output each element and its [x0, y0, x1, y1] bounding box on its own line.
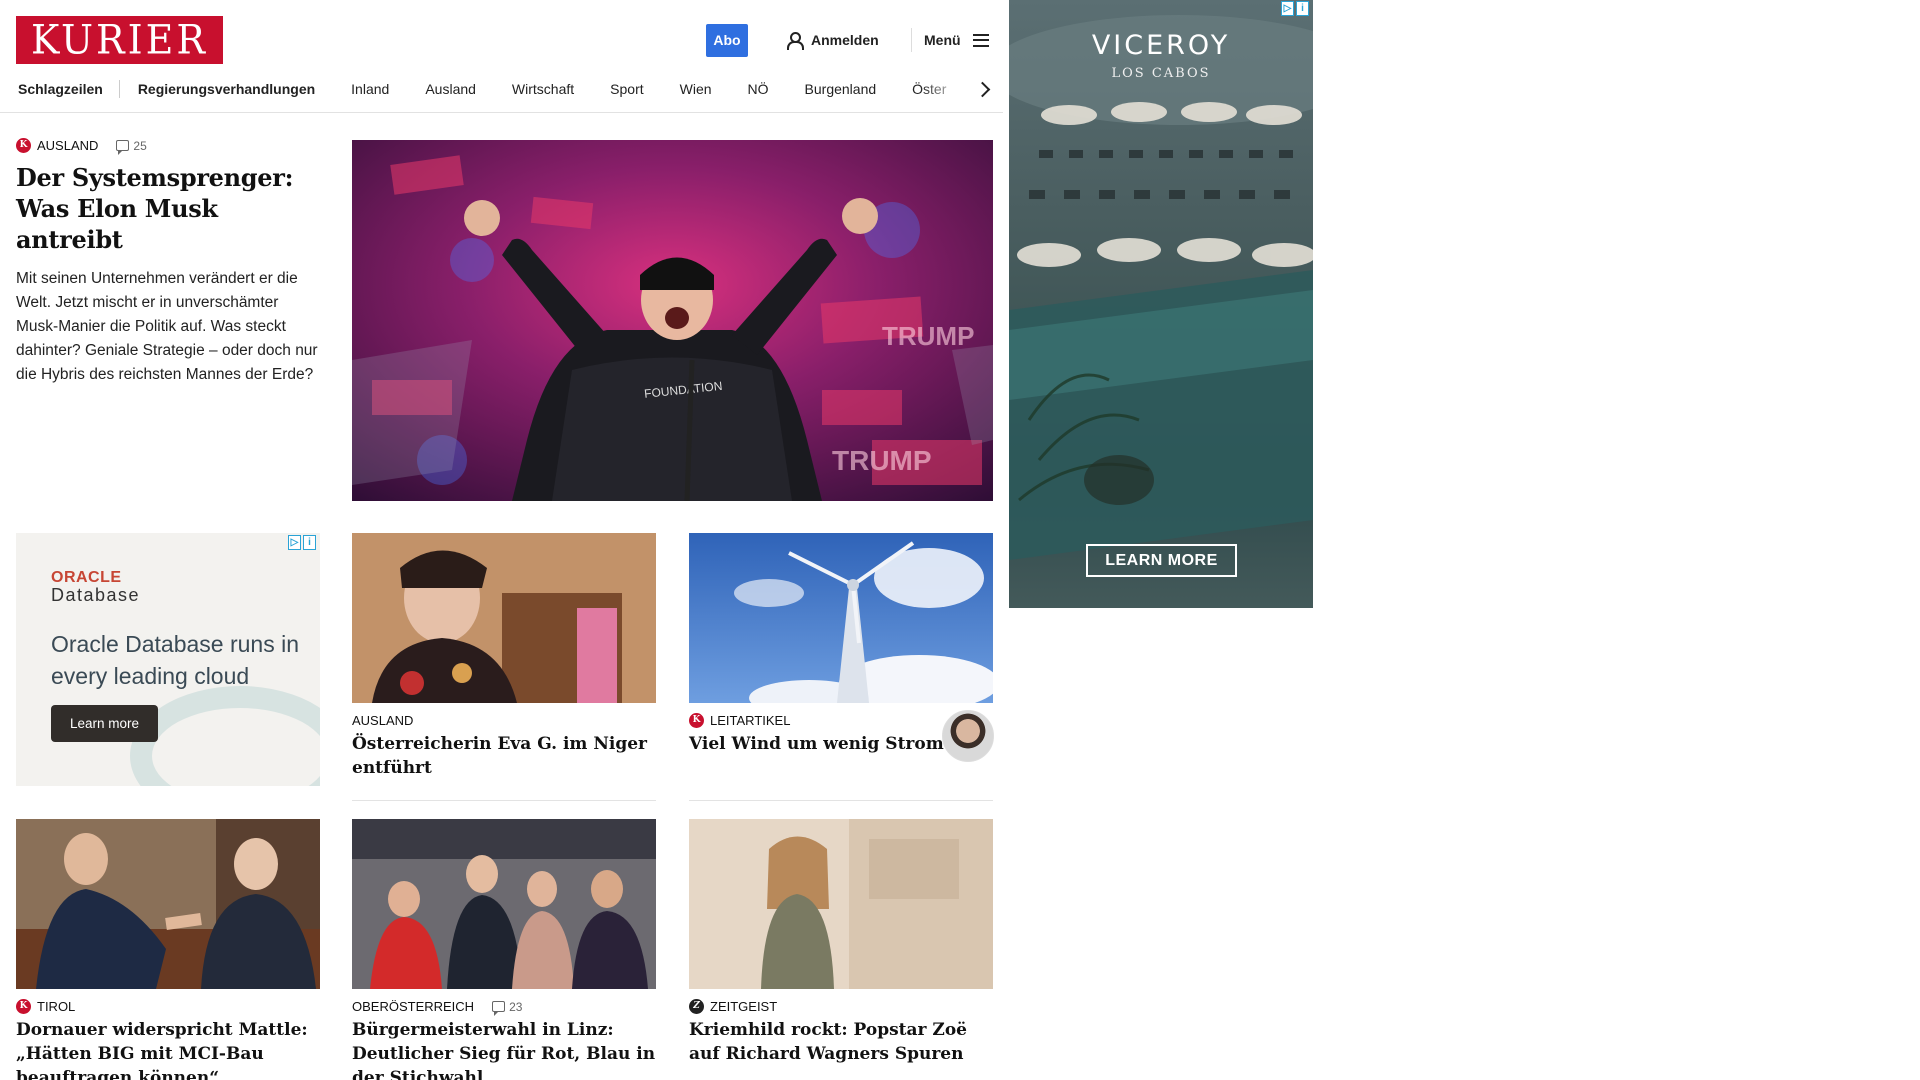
zeitgeist-icon: Z: [689, 999, 704, 1014]
login-button[interactable]: Anmelden: [786, 29, 879, 51]
comment-icon: [492, 1001, 506, 1016]
teaser-kicker-label: ZEITGEIST: [710, 999, 778, 1014]
nav-item-sport[interactable]: Sport: [592, 76, 661, 102]
teaser-card[interactable]: K TIROL Dornauer widerspricht Mattle: „H…: [16, 819, 320, 1080]
ad-decoration: [130, 686, 320, 786]
abo-button[interactable]: Abo: [706, 24, 748, 57]
kurier-plus-icon: K: [16, 999, 31, 1014]
hero-comment-count: 25: [133, 138, 147, 153]
teaser-photo: [352, 533, 656, 703]
teaser-title[interactable]: Österreicherin Eva G. im Niger entführt: [352, 732, 656, 780]
nav-item-ausland[interactable]: Ausland: [407, 76, 494, 102]
teaser-comment-count: 23: [509, 999, 523, 1014]
teaser-title[interactable]: Dornauer widerspricht Mattle: „Hätten BI…: [16, 1018, 320, 1080]
teaser-divider: [689, 800, 993, 801]
nav-fade: [920, 76, 980, 102]
teaser-kicker: Z ZEITGEIST: [689, 999, 993, 1014]
teaser-kicker-label: OBERÖSTERREICH: [352, 999, 475, 1014]
nav-item-inland[interactable]: Inland: [333, 76, 407, 102]
viceroy-logo-sub: LOS CABOS: [1111, 66, 1211, 81]
ad-oracle[interactable]: ORACLE Database Oracle Database runs in …: [16, 533, 320, 786]
chevron-right-icon[interactable]: [976, 82, 990, 96]
kurier-logo[interactable]: KURIER: [16, 16, 223, 64]
teaser-divider: [352, 800, 656, 801]
hero-lead: Mit seinen Unternehmen verändert er die …: [16, 270, 318, 383]
teaser-photo: [352, 819, 656, 989]
comment-icon: [116, 140, 130, 155]
header-divider: [911, 28, 912, 52]
teaser-card[interactable]: Z ZEITGEIST Kriemhild rockt: Popstar Zoë…: [689, 819, 993, 1066]
teaser-kicker: K TIROL: [16, 999, 320, 1014]
hamburger-icon: [972, 33, 989, 47]
teaser-card[interactable]: OBERÖSTERREICH 23 Bürgermeisterwahl in L…: [352, 819, 656, 1080]
oracle-logo-sub: Database: [51, 585, 141, 605]
viceroy-learn-more-button[interactable]: LEARN MORE: [1086, 544, 1237, 577]
teaser-title[interactable]: Bürgermeisterwahl in Linz: Deutli­cher S…: [352, 1018, 656, 1080]
user-icon: [786, 31, 804, 50]
nav-item-wien[interactable]: Wien: [662, 76, 730, 102]
teaser-photo: [689, 819, 993, 989]
teaser-kicker: AUSLAND: [352, 713, 656, 728]
teaser-photo: [689, 533, 993, 703]
kurier-plus-icon: K: [689, 713, 704, 728]
nav-item-wirtschaft[interactable]: Wirtschaft: [494, 76, 592, 102]
teaser-image: [16, 819, 320, 989]
teaser-kicker-label: AUSLAND: [352, 713, 414, 728]
hero-title[interactable]: Der Systemsprenger: Was Elon Musk antrei…: [16, 162, 320, 255]
teaser-image: [689, 819, 993, 989]
hero-image[interactable]: TRUMP TRUMP FOUNDATION: [352, 140, 993, 501]
teaser-kicker: OBERÖSTERREICH 23: [352, 999, 656, 1016]
teaser-image: [689, 533, 993, 703]
author-avatar: [942, 710, 994, 762]
viceroy-photo: [1009, 15, 1313, 560]
viceroy-logo: VICEROY: [1091, 30, 1231, 61]
login-label: Anmelden: [811, 32, 879, 48]
hero-photo: TRUMP TRUMP FOUNDATION: [352, 140, 993, 501]
teaser-image: [352, 533, 656, 703]
hero-kicker: K AUSLAND 25: [16, 138, 320, 155]
teaser-kicker-label: LEITARTIKEL: [710, 713, 791, 728]
oracle-ad-text: Oracle Database runs in every leading cl…: [51, 631, 300, 689]
oracle-learn-more-button[interactable]: Learn more: [51, 705, 158, 742]
category-nav: Schlagzeilen Regierungsverhandlungen Inl…: [16, 76, 992, 102]
nav-divider: [0, 112, 1003, 113]
nav-item-burgenland[interactable]: Burgenland: [787, 76, 895, 102]
svg-text:TRUMP: TRUMP: [832, 445, 932, 476]
hero-teaser-text[interactable]: K AUSLAND 25 Der Systemsprenger: Was Elo…: [16, 138, 320, 387]
teaser-kicker-label: TIROL: [37, 999, 76, 1014]
hero-comments[interactable]: 25: [116, 138, 147, 155]
ad-viceroy[interactable]: VICEROY LOS CABOS LEARN MORE ▷ i: [1009, 0, 1313, 608]
nav-item-schlagzeilen[interactable]: Schlagzeilen: [16, 76, 119, 102]
nav-item-noe[interactable]: NÖ: [730, 76, 787, 102]
teaser-image: [352, 819, 656, 989]
adchoices-icon[interactable]: ▷ i: [1281, 1, 1311, 16]
teaser-title[interactable]: Kriemhild rockt: Popstar Zoë auf Richard…: [689, 1018, 993, 1066]
hero-kicker-label: AUSLAND: [37, 138, 99, 153]
teaser-comments[interactable]: 23: [492, 999, 523, 1016]
kurier-plus-icon: K: [16, 138, 31, 153]
teaser-photo: [16, 819, 320, 989]
menu-label: Menü: [924, 32, 961, 48]
svg-text:TRUMP: TRUMP: [882, 321, 974, 351]
adchoices-icon[interactable]: ▷ i: [288, 535, 318, 550]
menu-button[interactable]: Menü: [924, 29, 989, 51]
teaser-card[interactable]: AUSLAND Österreicherin Eva G. im Niger e…: [352, 533, 656, 780]
nav-item-regierungsverhandlungen[interactable]: Regierungsverhandlungen: [120, 76, 333, 102]
